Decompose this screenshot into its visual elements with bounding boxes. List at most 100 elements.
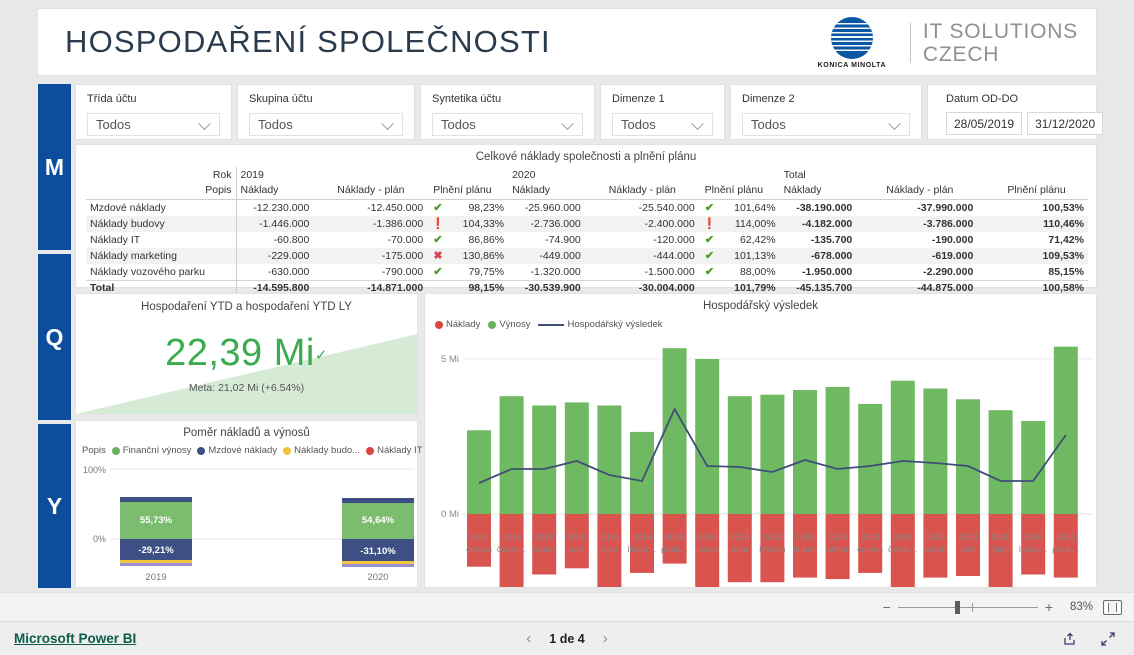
legend-label: Finanční výnosy [122, 445, 192, 456]
svg-text:červe…: červe… [497, 544, 527, 554]
cell-2019-plneni: 98,23% [468, 201, 505, 214]
legend-item-naklady[interactable]: Náklady [435, 319, 480, 330]
chevron-left-icon[interactable]: ‹ [526, 630, 531, 647]
legend-label: Hospodářský výsledek [567, 319, 663, 330]
bar-label-vynosy-2019: 55,73% [140, 515, 173, 526]
cell-total-plan: -2.290.000 [923, 265, 974, 278]
legend-label: Náklady [446, 319, 481, 330]
kpi-value: 22,39 Mi [165, 332, 315, 374]
svg-text:březen: březen [759, 544, 785, 554]
table-row[interactable]: Náklady marketing -229.000 -175.000 ✖ 13… [86, 247, 1088, 264]
slicer-dropdown[interactable]: Todos [742, 113, 910, 136]
bar-vynosy [890, 380, 915, 514]
combo-chart-plot: 5 Mi 0 Mi 2019červen 2019červe… 2019srpe… [441, 346, 1093, 587]
table-header-row-year: Rok 2019 2020 Total [86, 167, 1088, 182]
legend-item-mzdove-naklady[interactable]: Mzdové náklady [197, 445, 277, 456]
kpi-value-wrap: 22,39 Mi✓ [76, 332, 417, 375]
slicer-dimenze-1[interactable]: Dimenze 1 Todos [600, 84, 725, 140]
kpi-title: Hospodaření YTD a hospodaření YTD LY [141, 301, 352, 313]
cell-2019-plneni: 86,86% [468, 233, 505, 246]
report-footer: Microsoft Power BI ‹ 1 de 4 › [0, 621, 1134, 655]
svg-text:listop…: listop… [1019, 544, 1048, 554]
bar-group-2020[interactable]: 54,64% -31,10% [342, 498, 414, 567]
slicer-dropdown[interactable]: Todos [87, 113, 220, 136]
cell-2020-naklady: -2.736.000 [508, 215, 585, 232]
svg-text:2020: 2020 [991, 532, 1010, 542]
svg-text:2020: 2020 [1056, 532, 1075, 542]
cell-2020-plneni: 101,64% [734, 201, 776, 214]
slicer-dropdown[interactable]: Todos [612, 113, 713, 136]
slicer-skupina-uctu[interactable]: Skupina účtu Todos [237, 84, 415, 140]
slicer-dimenze-2[interactable]: Dimenze 2 Todos [730, 84, 922, 140]
cell-total-plneni: 100,53% [1042, 201, 1084, 214]
cell-2019-naklady: -1.446.000 [236, 215, 314, 232]
slicer-dropdown[interactable]: Todos [249, 113, 403, 136]
cell-2020-naklady: -74.900 [545, 233, 581, 246]
kpi-card-ytd[interactable]: Hospodaření YTD a hospodaření YTD LY 22,… [75, 293, 418, 415]
cell-total-naklady: -1.950.000 [802, 265, 853, 278]
svg-text:červen: červen [466, 544, 492, 554]
legend-item-naklady-budovy[interactable]: Náklady budo... [283, 445, 360, 456]
zoom-slider-thumb[interactable] [954, 600, 960, 614]
status-bar: − + 83% [0, 592, 1134, 621]
plus-icon[interactable]: + [1045, 600, 1053, 614]
report-canvas: HOSPODAŘENÍ SPOLEČNOSTI KONICA MINOLTA I… [0, 0, 1134, 592]
cell-total-plan: -619.000 [856, 247, 978, 264]
slicer-syntetika-uctu[interactable]: Syntetika účtu Todos [420, 84, 595, 140]
cell-2020-naklady: -449.000 [508, 247, 585, 264]
date-from-input[interactable]: 28/05/2019 [946, 112, 1023, 135]
table-row[interactable]: Náklady budovy -1.446.000 -1.386.000 ❗ 1… [86, 215, 1088, 232]
legend-item-naklady-it[interactable]: Náklady IT [366, 445, 423, 456]
bar-vynosy [467, 430, 491, 514]
konica-minolta-globe-icon [830, 17, 873, 59]
header-spacer [699, 167, 780, 182]
table-row[interactable]: Mzdové náklady -12.230.000 -12.450.000 ✔… [86, 199, 1088, 216]
check-icon: ✔ [704, 266, 715, 278]
svg-text:2020: 2020 [893, 532, 912, 542]
slicer-label: Syntetika účtu [432, 93, 502, 105]
rail-button-monthly[interactable]: M [38, 84, 71, 250]
legend-item-vynosy[interactable]: Výnosy [488, 319, 530, 330]
logo-divider [909, 23, 911, 63]
header-total-plan: Náklady - plán [856, 182, 978, 200]
svg-text:červe…: červe… [888, 544, 918, 554]
legend-swatch-icon [283, 446, 292, 455]
cell-total-plneni: 110,46% [977, 215, 1088, 232]
cell-total-plneni: 109,53% [977, 247, 1088, 264]
slicer-label: Dimenze 2 [742, 93, 795, 105]
table-row[interactable]: Náklady vozového parku -630.000 -790.000… [86, 263, 1088, 280]
cell-2020-plan: -2.400.000 [584, 215, 699, 232]
chevron-right-icon[interactable]: › [603, 630, 608, 647]
bar-group-2019[interactable]: 55,73% -29,21% [120, 497, 192, 566]
slicer-trida-uctu[interactable]: Třída účtu Todos [75, 84, 232, 140]
legend-swatch-icon [435, 320, 443, 329]
bar-label-naklady-2020: -31,10% [360, 546, 396, 557]
slicer-date-range[interactable]: Datum OD-DO 28/05/2019 31/12/2020 [927, 84, 1104, 140]
kpi-goal-text: Meta: 21,02 Mi (+6.54%) [188, 382, 305, 394]
minus-icon[interactable]: − [883, 600, 891, 614]
svg-text:2020: 2020 [698, 532, 717, 542]
cell-2019-plan: -175.000 [313, 247, 428, 264]
legend-item-financni-vynosy[interactable]: Finanční výnosy [111, 445, 192, 456]
chevron-down-icon [561, 116, 574, 130]
header-spacer [313, 167, 427, 182]
cell-2019-naklady: -229.000 [236, 247, 314, 264]
zoom-slider[interactable] [897, 600, 1038, 614]
svg-text:2020: 2020 [1024, 532, 1043, 542]
slicer-dropdown[interactable]: Todos [432, 113, 583, 136]
combo-chart-legend: Náklady Výnosy Hospodářský výsledek [435, 319, 663, 330]
page-navigation: ‹ 1 de 4 › [0, 630, 1134, 647]
svg-text:únor: únor [731, 544, 748, 554]
date-to-input[interactable]: 31/12/2020 [1027, 112, 1104, 135]
table-row[interactable]: Náklady IT -60.800 -70.000 ✔ 86,86% -74.… [86, 231, 1088, 248]
rail-button-yearly[interactable]: Y [38, 424, 71, 588]
bar-vynosy [1053, 346, 1078, 514]
page-title: HOSPODAŘENÍ SPOLEČNOSTI [65, 24, 551, 59]
matrix-visual: Celkové náklady společnosti a plnění plá… [75, 144, 1097, 296]
legend-item-hospodarsky-vysledek[interactable]: Hospodářský výsledek [538, 319, 663, 330]
rail-button-quarterly[interactable]: Q [38, 254, 71, 420]
header-2019-naklady: Náklady [236, 182, 314, 200]
fit-to-page-icon[interactable] [1103, 599, 1122, 615]
svg-text:2020: 2020 [763, 532, 782, 542]
check-icon: ✓ [314, 346, 328, 364]
